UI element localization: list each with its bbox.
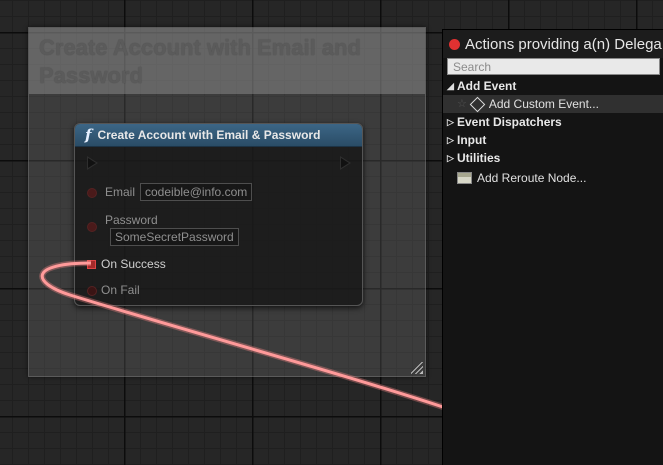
password-field[interactable]: SomeSecretPassword — [110, 228, 239, 246]
custom-event-icon — [469, 96, 486, 112]
on-fail-label: On Fail — [101, 283, 140, 297]
function-icon: f — [85, 126, 92, 144]
category-add-event[interactable]: ◢ Add Event — [443, 77, 663, 95]
actions-panel[interactable]: Actions providing a(n) Delega Search ◢ A… — [442, 29, 663, 465]
create-account-node[interactable]: f Create Account with Email & Password E… — [74, 123, 363, 306]
actions-tree: ◢ Add Event ☆ Add Custom Event... ▷ Even… — [443, 77, 663, 189]
reroute-node-icon — [457, 172, 472, 184]
on-success-label: On Success — [101, 257, 166, 271]
comment-header[interactable]: Create Account with Email and Password — [29, 28, 425, 94]
add-reroute-node-item[interactable]: Add Reroute Node... — [443, 167, 663, 189]
expanded-triangle-icon[interactable]: ◢ — [447, 77, 457, 95]
search-input[interactable]: Search — [447, 58, 660, 75]
node-title: Create Account with Email & Password — [97, 128, 321, 142]
panel-title: Actions providing a(n) Delega — [465, 35, 662, 53]
email-label: Email — [105, 185, 136, 199]
on-fail-pin-icon[interactable] — [87, 286, 97, 296]
exec-out-pin-icon[interactable] — [340, 156, 351, 170]
item-label: Add Reroute Node... — [477, 171, 587, 185]
category-utilities[interactable]: ▷ Utilities — [443, 149, 663, 167]
category-label: Input — [457, 133, 487, 147]
resize-handle-icon[interactable] — [411, 362, 423, 374]
item-label: Add Custom Event... — [488, 97, 599, 111]
comment-title: Create Account with Email and Password — [39, 35, 361, 88]
favorite-star-icon[interactable]: ☆ — [457, 95, 467, 113]
exec-in-pin-icon[interactable] — [87, 156, 98, 170]
category-label: Event Dispatchers — [457, 115, 562, 129]
category-label: Add Event — [457, 79, 517, 93]
collapsed-triangle-icon[interactable]: ▷ — [447, 113, 457, 131]
add-custom-event-item[interactable]: ☆ Add Custom Event... — [443, 95, 663, 113]
panel-title-bar: Actions providing a(n) Delega — [443, 30, 663, 58]
email-pin-icon[interactable] — [87, 188, 97, 198]
category-input[interactable]: ▷ Input — [443, 131, 663, 149]
category-event-dispatchers[interactable]: ▷ Event Dispatchers — [443, 113, 663, 131]
password-pin-icon[interactable] — [87, 222, 97, 232]
collapsed-triangle-icon[interactable]: ▷ — [447, 131, 457, 149]
category-label: Utilities — [457, 151, 501, 165]
collapsed-triangle-icon[interactable]: ▷ — [447, 149, 457, 167]
password-label: Password — [105, 213, 158, 227]
email-field[interactable]: codeible@info.com — [140, 183, 253, 201]
node-header[interactable]: f Create Account with Email & Password — [75, 124, 362, 147]
on-success-pin-icon[interactable] — [87, 260, 96, 269]
record-dot-icon — [449, 38, 460, 50]
